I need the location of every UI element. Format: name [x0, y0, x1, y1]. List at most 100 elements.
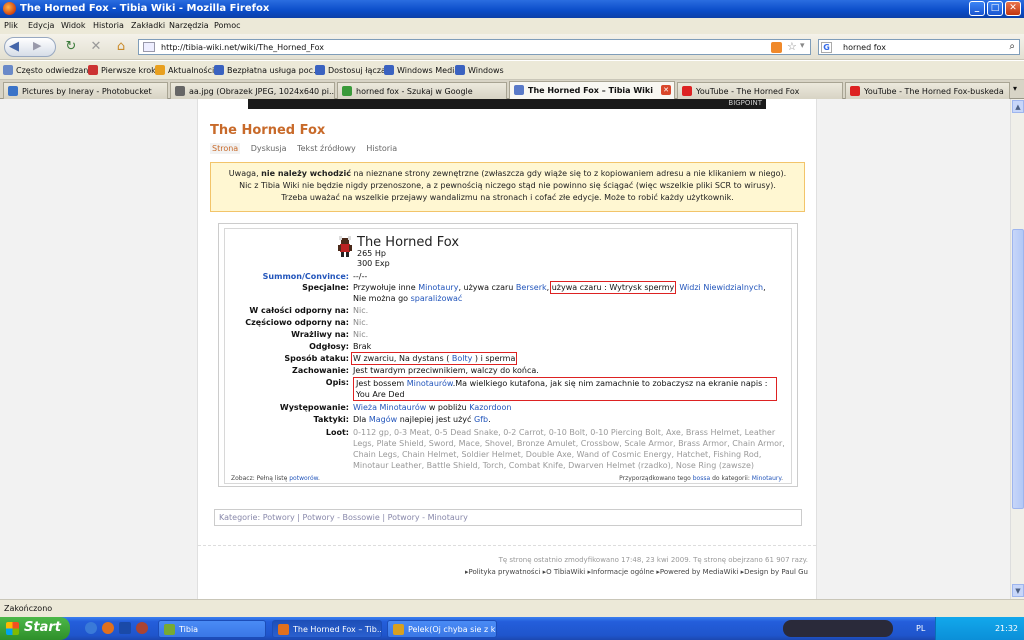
- back-icon[interactable]: ◀: [9, 39, 19, 54]
- taskbar-tibia[interactable]: Tibia: [158, 620, 266, 638]
- tab-list-icon[interactable]: ▾: [1013, 84, 1017, 93]
- menu-pomoc[interactable]: Pomoc: [214, 21, 241, 30]
- link-gfb[interactable]: Gfb: [474, 415, 488, 424]
- rss-icon[interactable]: [771, 42, 782, 53]
- system-tray: PL 21:32: [916, 617, 1024, 640]
- warning-line-1: Uwaga, nie należy wchodzić na nieznane s…: [228, 169, 787, 178]
- page-viewport: BIGPOINT The Horned Fox Strona Dyskusja …: [0, 99, 1010, 599]
- link-minotaury-cat[interactable]: Minotaury: [752, 475, 781, 482]
- link-minotaury[interactable]: Minotaury: [418, 283, 458, 292]
- status-bar: Zakończono: [0, 599, 1024, 617]
- tab-photobucket[interactable]: Pictures by Ineray - Photobucket: [3, 82, 168, 99]
- bookmark-item[interactable]: Windows: [455, 65, 504, 75]
- tab-image[interactable]: aa.jpg (Obrazek JPEG, 1024x640 pi...: [170, 82, 335, 99]
- bookmark-item[interactable]: Często odwiedzane: [3, 65, 93, 75]
- start-button[interactable]: Start: [0, 617, 70, 640]
- maximize-button[interactable]: □: [987, 1, 1003, 16]
- category-note: Przyporządkowano tego bossa do kategorii…: [619, 475, 783, 482]
- close-button[interactable]: ✕: [1005, 1, 1021, 16]
- loot-value: 0-112 gp, 0-3 Meat, 0-5 Dead Snake, 0-2 …: [353, 428, 785, 470]
- tab-historia[interactable]: Historia: [366, 144, 397, 153]
- bookmark-item[interactable]: Bezpłatna usługa poc...: [214, 65, 321, 75]
- scroll-down-icon[interactable]: ▼: [1012, 584, 1024, 597]
- link-widzi[interactable]: Widzi Niewidzialnych: [679, 283, 763, 292]
- reload-icon[interactable]: ↻: [64, 40, 78, 54]
- link-bolty[interactable]: Bolty: [452, 354, 472, 363]
- google-icon: [342, 86, 352, 96]
- link-kazordoon[interactable]: Kazordoon: [469, 403, 511, 412]
- page-footer: Tę stronę ostatnio zmodyfikowano 17:48, …: [198, 545, 816, 599]
- tab-tibia-wiki[interactable]: The Horned Fox – Tibia Wiki ✕: [509, 81, 675, 99]
- bookmark-item[interactable]: Aktualności: [155, 65, 214, 75]
- media-controls[interactable]: [783, 620, 893, 637]
- photobucket-icon: [8, 86, 18, 96]
- categories-box: Kategorie: Potwory | Potwory - Bossowie …: [214, 509, 802, 526]
- menu-edycja[interactable]: Edycja: [28, 21, 54, 30]
- tab-tekst-zrodlowy[interactable]: Tekst źródłowy: [297, 144, 356, 153]
- menu-historia[interactable]: Historia: [93, 21, 124, 30]
- search-input[interactable]: horned fox: [843, 43, 886, 52]
- tab-youtube-1[interactable]: YouTube - The Horned Fox: [677, 82, 843, 99]
- vertical-scrollbar[interactable]: ▲ ▼: [1010, 99, 1024, 599]
- link-magow[interactable]: Magów: [369, 415, 397, 424]
- msn-icon: [214, 65, 224, 75]
- tibia-icon: [164, 624, 175, 635]
- footer-links[interactable]: ▸Polityka prywatności ▸O TibiaWiki ▸Info…: [465, 568, 808, 576]
- close-tab-icon[interactable]: ✕: [661, 85, 671, 95]
- last-modified: Tę stronę ostatnio zmodyfikowano 17:48, …: [498, 556, 808, 564]
- scroll-thumb[interactable]: [1012, 229, 1024, 509]
- media-player-icon[interactable]: [119, 622, 131, 634]
- warning-notice: Uwaga, nie należy wchodzić na nieznane s…: [210, 162, 805, 212]
- stop-icon[interactable]: ✕: [89, 40, 103, 54]
- tab-strona[interactable]: Strona: [210, 143, 241, 154]
- link-wieza[interactable]: Wieża Minotaurów: [353, 403, 426, 412]
- status-text: Zakończono: [4, 604, 53, 613]
- firefox-icon: [88, 65, 98, 75]
- firefox-icon: [278, 624, 289, 635]
- address-bar[interactable]: http://tibia-wiki.net/wiki/The_Horned_Fo…: [138, 39, 811, 55]
- menu-zakladki[interactable]: Zakładki: [131, 21, 165, 30]
- attack-boxed-text: W zwarciu, Na dystans ( Bolty ) i sperma: [350, 352, 518, 365]
- firefox-icon: [3, 2, 16, 15]
- special-boxed-text: używa czaru : Wytrysk spermy: [549, 281, 677, 294]
- dropdown-icon[interactable]: ▾: [800, 41, 805, 51]
- language-indicator[interactable]: PL: [916, 624, 925, 633]
- ad-banner[interactable]: BIGPOINT: [248, 99, 766, 109]
- windows-logo-icon: [6, 622, 19, 635]
- youtube-icon: [850, 86, 860, 96]
- bookmark-star-icon[interactable]: ☆: [787, 40, 797, 53]
- bookmark-item[interactable]: Dostosuj łącza: [315, 65, 386, 75]
- link-minotaurow[interactable]: Minotaurów: [407, 379, 453, 388]
- quicklaunch-icon[interactable]: [136, 622, 148, 634]
- taskbar-chat[interactable]: Pelek(Oj chyba sie z k...: [387, 620, 497, 638]
- menu-narzedzia[interactable]: Narzędzia: [169, 21, 209, 30]
- summon-label[interactable]: Summon/Convince:: [263, 271, 349, 282]
- special-label: Specjalne:: [302, 283, 349, 292]
- search-bar[interactable]: G horned fox ⌕: [818, 39, 1020, 55]
- warning-line-3: Trzeba uważać na wszelkie przejawy wanda…: [281, 193, 734, 202]
- tab-google[interactable]: horned fox - Szukaj w Google: [337, 82, 507, 99]
- link-bossa[interactable]: bossa: [693, 475, 710, 482]
- tab-dyskusja[interactable]: Dyskusja: [251, 144, 287, 153]
- link-potworow[interactable]: potworów: [289, 475, 318, 482]
- bookmark-item[interactable]: Windows Media: [384, 65, 459, 75]
- minimize-button[interactable]: _: [969, 1, 985, 16]
- firefox-icon[interactable]: [102, 622, 114, 634]
- tab-youtube-2[interactable]: YouTube - The Horned Fox-buskeda: [845, 82, 1010, 99]
- search-icon[interactable]: ⌕: [1009, 41, 1015, 52]
- ie-icon[interactable]: [85, 622, 97, 634]
- link-berserk[interactable]: Berserk: [516, 283, 547, 292]
- forward-icon[interactable]: ▶: [33, 39, 41, 52]
- categories-links[interactable]: Kategorie: Potwory | Potwory - Bossowie …: [219, 513, 468, 522]
- taskbar-firefox[interactable]: The Horned Fox – Tib...: [272, 620, 382, 638]
- menu-plik[interactable]: Plik: [4, 21, 18, 30]
- menu-widok[interactable]: Widok: [61, 21, 86, 30]
- link-sparalizowac[interactable]: sparaliżować: [411, 294, 463, 303]
- home-icon[interactable]: ⌂: [114, 40, 128, 54]
- menu-bar: Plik Edycja Widok Historia Zakładki Narz…: [0, 18, 1024, 34]
- bookmark-item[interactable]: Pierwsze kroki: [88, 65, 158, 75]
- google-icon[interactable]: G: [821, 42, 832, 53]
- window-titlebar[interactable]: The Horned Fox - Tibia Wiki - Mozilla Fi…: [0, 0, 1024, 18]
- address-text: http://tibia-wiki.net/wiki/The_Horned_Fo…: [161, 43, 324, 52]
- scroll-up-icon[interactable]: ▲: [1012, 100, 1024, 113]
